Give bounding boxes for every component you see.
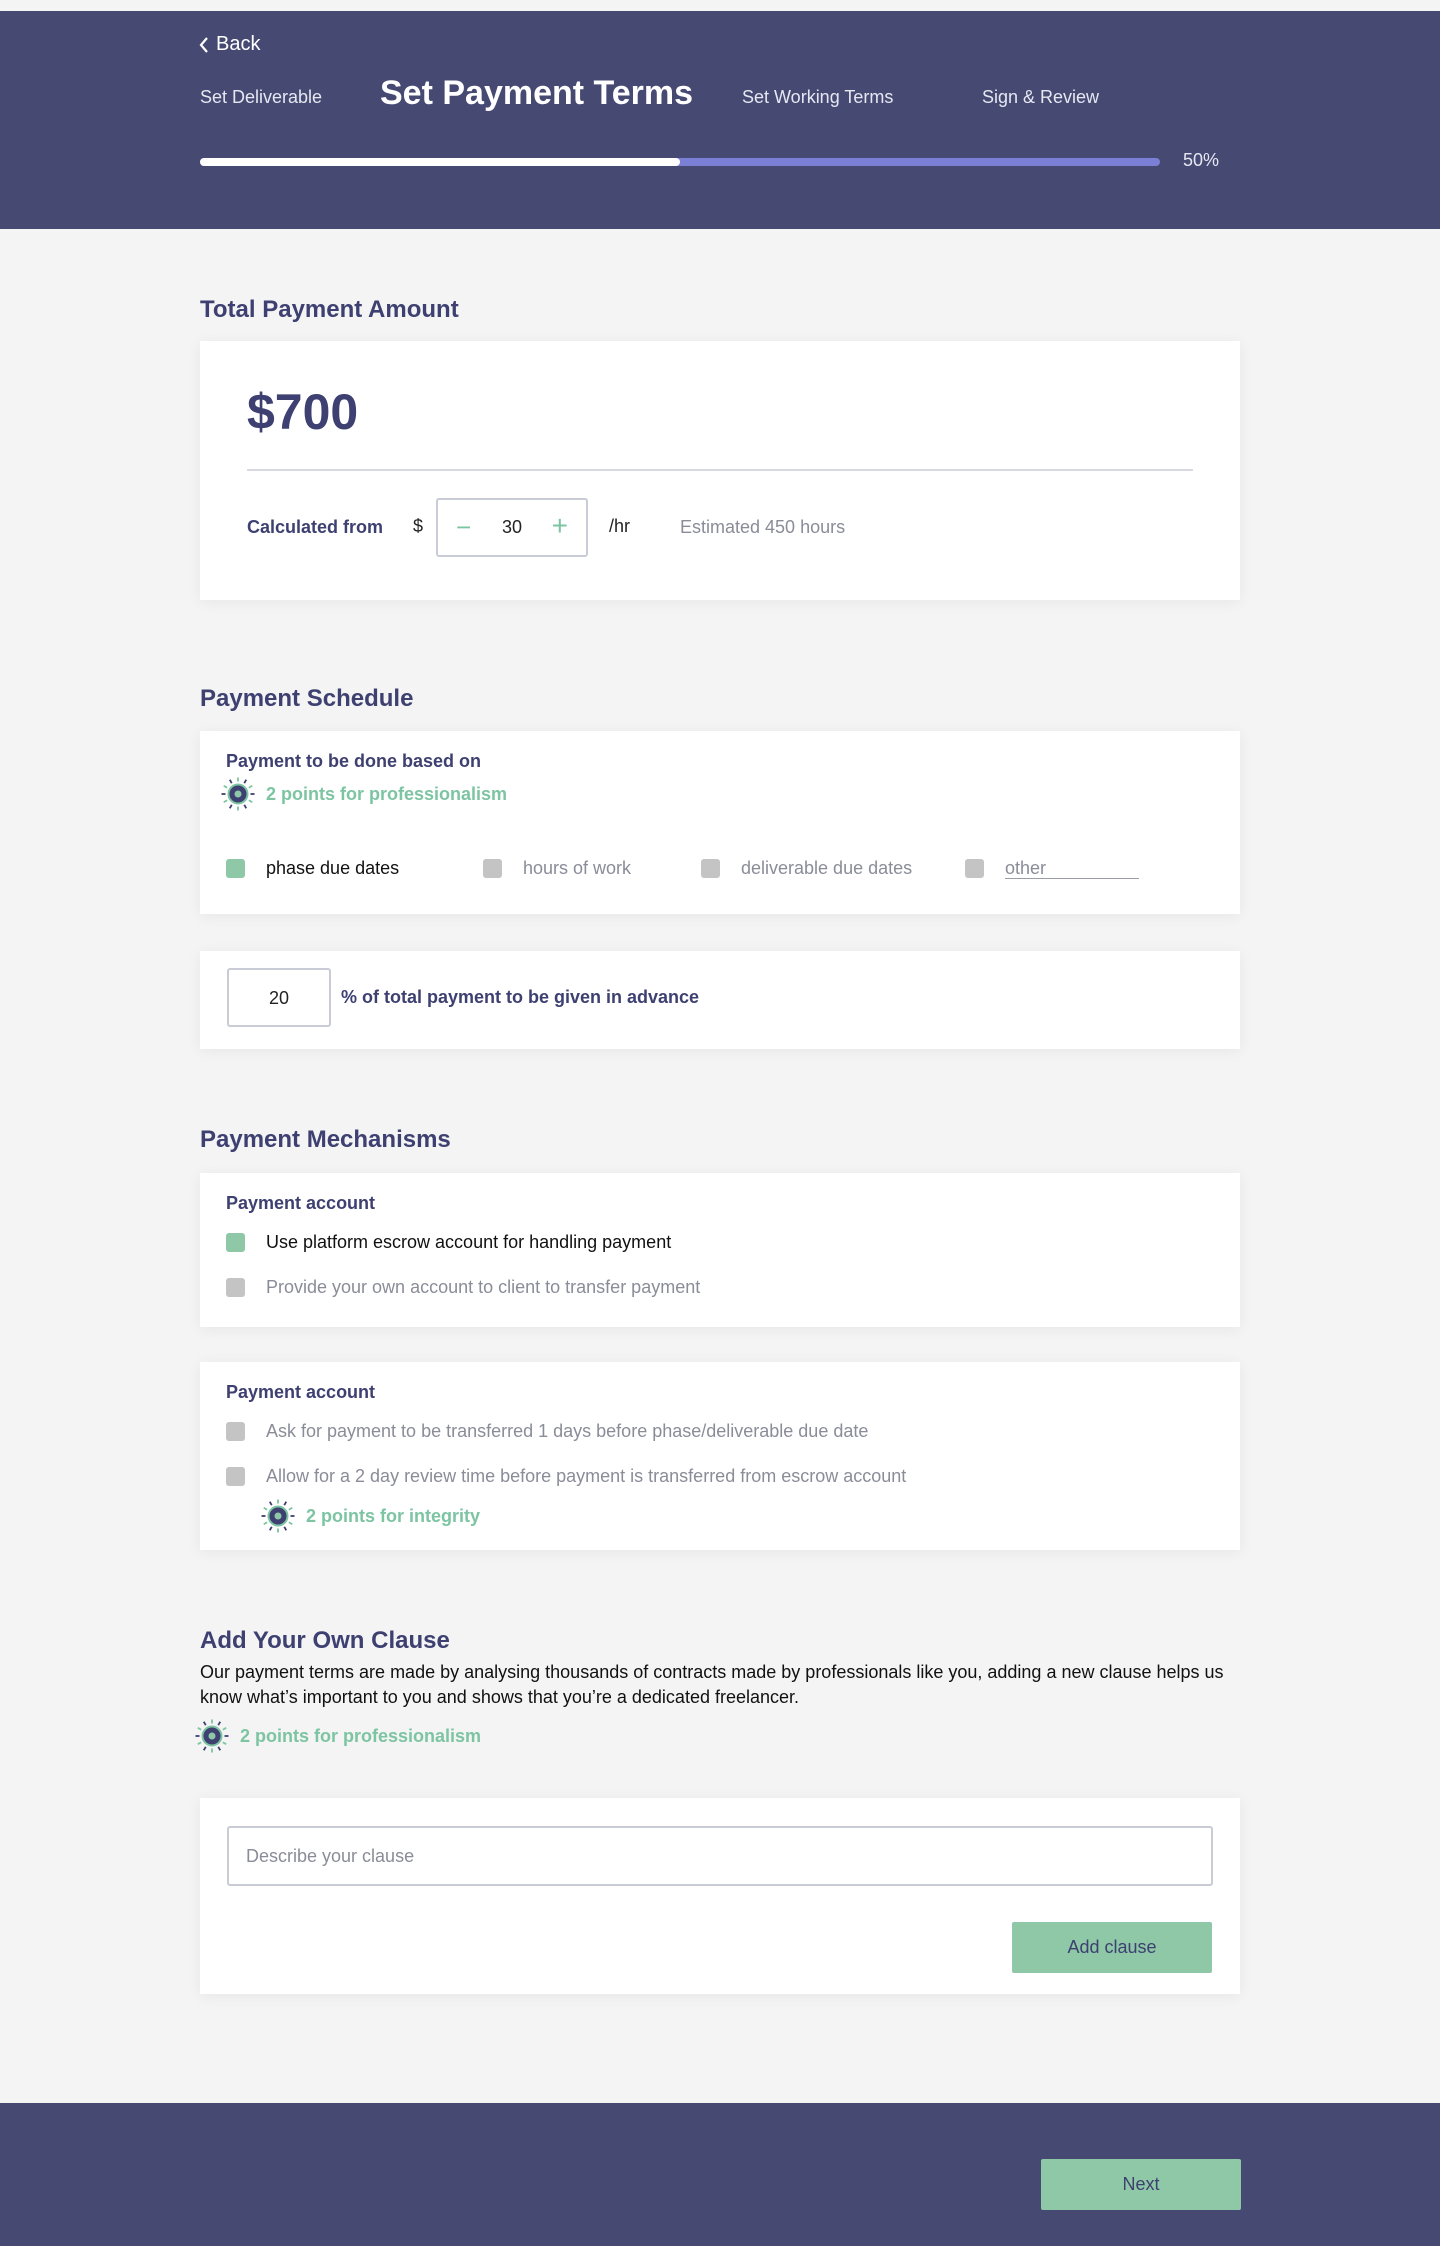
payment-account-card-1: Payment account Use platform escrow acco… bbox=[200, 1173, 1240, 1327]
points-text: 2 points for professionalism bbox=[240, 1725, 482, 1746]
total-payment-card: $700 Calculated from $ − 30 + /hr Estima… bbox=[200, 341, 1240, 600]
progress-fill bbox=[200, 158, 680, 166]
points-badge: 2 points for professionalism bbox=[194, 1718, 481, 1754]
sun-badge-icon bbox=[261, 1499, 295, 1533]
header-bar: Back Set Deliverable Set Payment Terms S… bbox=[0, 11, 1440, 229]
footer-bar: Next bbox=[0, 2103, 1440, 2246]
currency-symbol: $ bbox=[413, 516, 424, 536]
option-other-input[interactable]: other bbox=[1005, 858, 1046, 879]
next-button[interactable]: Next bbox=[1041, 2159, 1241, 2210]
checkbox-review-time[interactable] bbox=[226, 1467, 245, 1486]
payment-schedule-title: Payment Schedule bbox=[200, 685, 414, 712]
total-payment-title: Total Payment Amount bbox=[200, 296, 459, 323]
estimated-hours: Estimated 450 hours bbox=[680, 517, 846, 537]
clause-description: Our payment terms are made by analysing … bbox=[200, 1662, 1224, 1707]
increment-button[interactable]: + bbox=[552, 510, 568, 542]
step-set-deliverable[interactable]: Set Deliverable bbox=[200, 87, 322, 108]
step-set-payment-terms[interactable]: Set Payment Terms bbox=[380, 74, 693, 113]
sun-badge-icon bbox=[221, 777, 255, 811]
option-review-time[interactable]: Allow for a 2 day review time before pay… bbox=[266, 1466, 906, 1487]
divider bbox=[247, 469, 1193, 471]
advance-payment-card: 20 % of total payment to be given in adv… bbox=[200, 951, 1240, 1049]
payment-account-label: Payment account bbox=[226, 1193, 376, 1213]
option-own-account[interactable]: Provide your own account to client to tr… bbox=[266, 1277, 700, 1298]
points-text: 2 points for professionalism bbox=[266, 783, 508, 804]
total-amount: $700 bbox=[247, 384, 359, 440]
back-label: Back bbox=[216, 33, 261, 55]
option-hours-of-work[interactable]: hours of work bbox=[523, 858, 631, 879]
hourly-rate-stepper[interactable]: − 30 + bbox=[436, 498, 588, 557]
step-sign-review[interactable]: Sign & Review bbox=[982, 87, 1099, 108]
points-badge: 2 points for integrity bbox=[260, 1498, 480, 1534]
checkbox-hours-of-work[interactable] bbox=[483, 859, 502, 878]
clause-input[interactable] bbox=[227, 1826, 1213, 1886]
points-badge: 2 points for professionalism bbox=[220, 776, 507, 812]
checkbox-escrow-account[interactable] bbox=[226, 1233, 245, 1252]
option-deliverable-due-dates[interactable]: deliverable due dates bbox=[741, 858, 912, 879]
advance-percent-input[interactable]: 20 bbox=[227, 968, 331, 1027]
add-clause-button[interactable]: Add clause bbox=[1012, 1922, 1212, 1973]
payment-schedule-card: Payment to be done based on 2 points for… bbox=[200, 731, 1240, 914]
progress-bar bbox=[200, 158, 1160, 166]
top-strip bbox=[0, 0, 1440, 11]
points-text: 2 points for integrity bbox=[306, 1505, 481, 1526]
add-clause-card: Add clause bbox=[200, 1798, 1240, 1994]
payment-account-label: Payment account bbox=[226, 1382, 376, 1402]
chevron-left-icon bbox=[199, 36, 208, 53]
calculated-from-label: Calculated from bbox=[247, 517, 384, 537]
add-clause-title: Add Your Own Clause bbox=[200, 1627, 450, 1654]
payment-account-card-2: Payment account Ask for payment to be tr… bbox=[200, 1362, 1240, 1550]
step-set-working-terms[interactable]: Set Working Terms bbox=[742, 87, 893, 108]
checkbox-transfer-before-due[interactable] bbox=[226, 1422, 245, 1441]
checkbox-other[interactable] bbox=[965, 859, 984, 878]
progress-percent: 50% bbox=[1183, 150, 1220, 170]
sun-badge-icon bbox=[195, 1719, 229, 1753]
advance-percent-label: % of total payment to be given in advanc… bbox=[341, 987, 700, 1007]
based-on-label: Payment to be done based on bbox=[226, 751, 482, 771]
payment-mechanisms-title: Payment Mechanisms bbox=[200, 1126, 451, 1153]
option-phase-due-dates[interactable]: phase due dates bbox=[266, 858, 399, 879]
checkbox-own-account[interactable] bbox=[226, 1278, 245, 1297]
checkbox-phase-due-dates[interactable] bbox=[226, 859, 245, 878]
option-transfer-before-due[interactable]: Ask for payment to be transferred 1 days… bbox=[266, 1421, 868, 1442]
back-link[interactable]: Back bbox=[198, 33, 260, 56]
checkbox-deliverable-due-dates[interactable] bbox=[701, 859, 720, 878]
rate-unit: /hr bbox=[609, 516, 631, 536]
other-underline bbox=[1005, 878, 1139, 879]
option-escrow-account[interactable]: Use platform escrow account for handling… bbox=[266, 1232, 671, 1253]
